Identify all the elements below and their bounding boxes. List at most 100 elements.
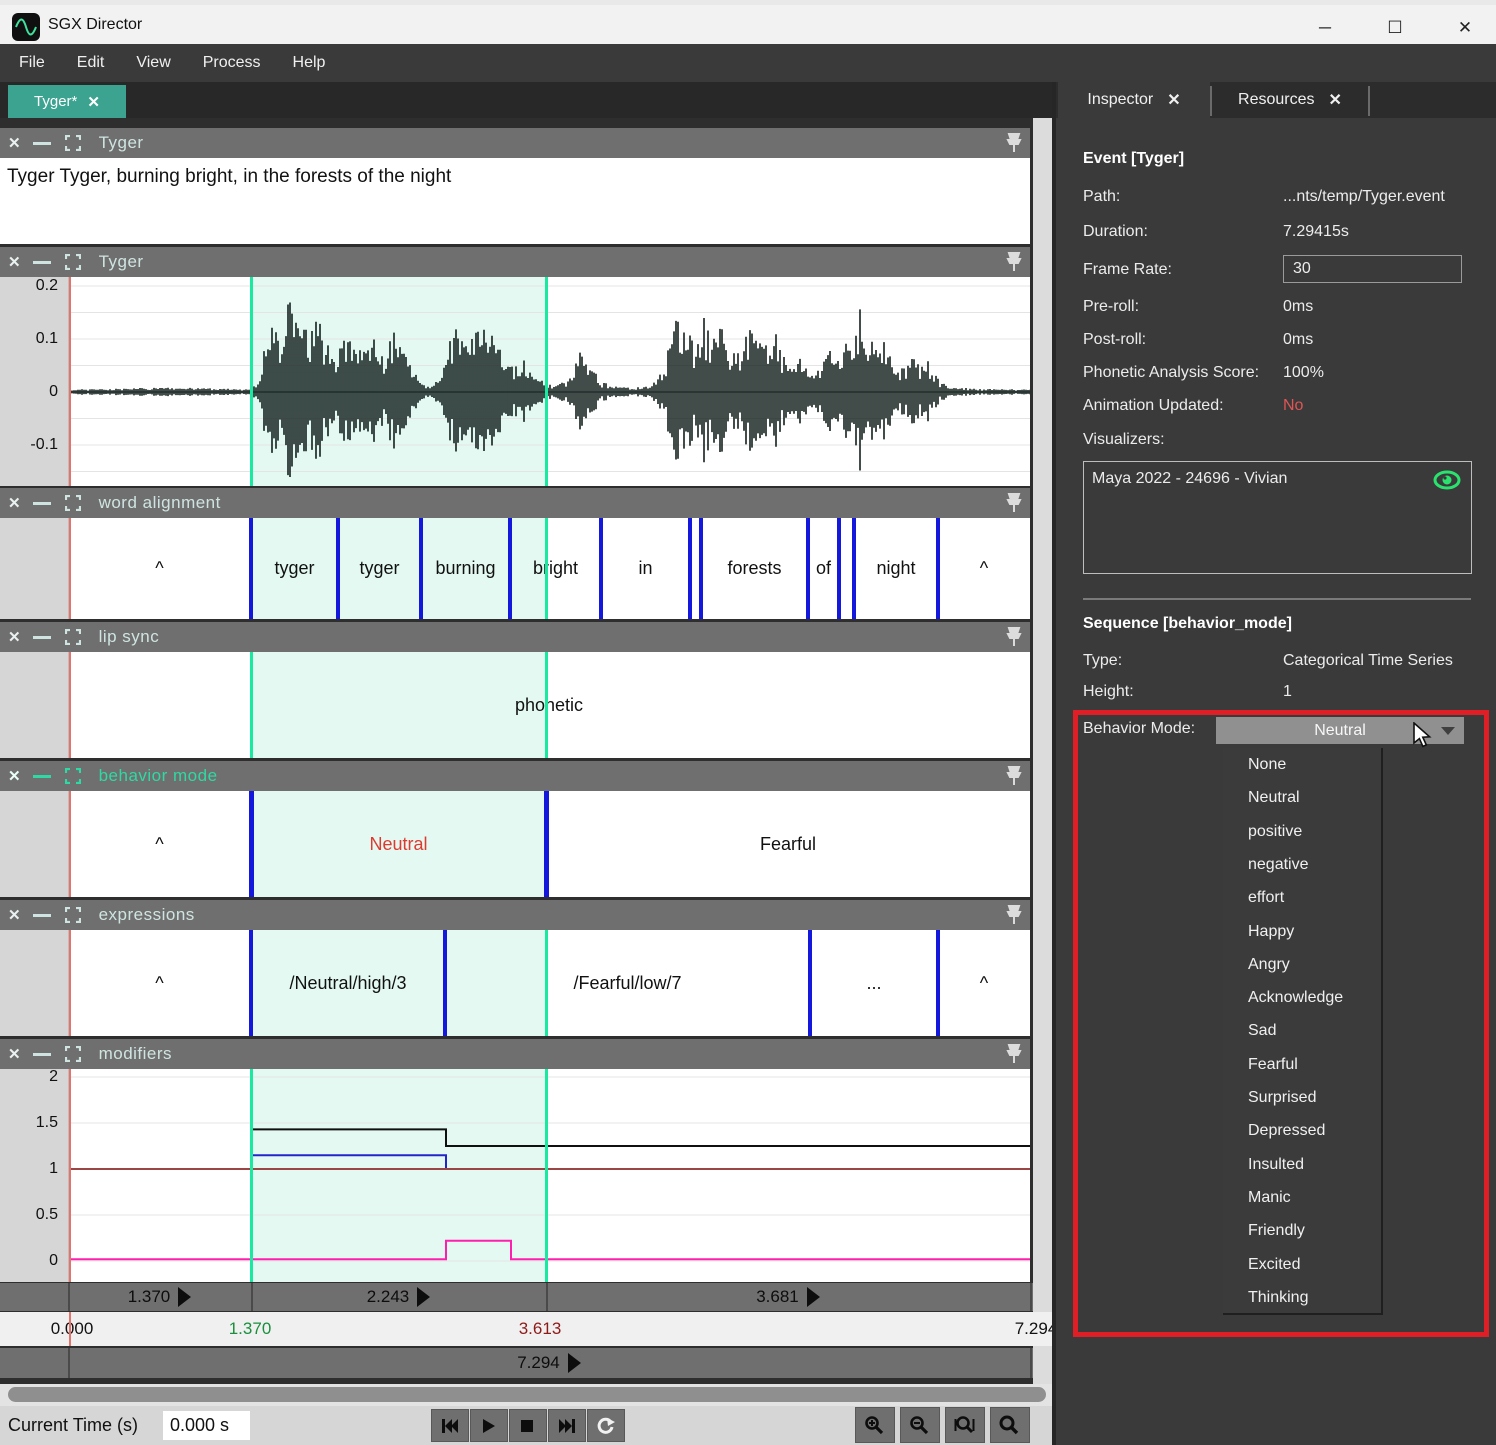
skip-to-end-button[interactable]	[548, 1409, 586, 1442]
option-insulted[interactable]: Insulted	[1223, 1148, 1381, 1181]
option-depressed[interactable]: Depressed	[1223, 1114, 1381, 1147]
segment-divider[interactable]	[443, 930, 447, 1036]
pin-icon[interactable]	[1006, 904, 1022, 926]
segment-divider[interactable]	[837, 518, 841, 619]
tab-inspector[interactable]: Inspector✕	[1058, 82, 1210, 118]
pin-icon[interactable]	[1006, 492, 1022, 514]
zoom-out-button[interactable]	[900, 1407, 940, 1443]
segment-divider[interactable]	[936, 518, 940, 619]
behavior-mode-options-list[interactable]: NoneNeutralpositivenegativeeffortHappyAn…	[1223, 748, 1383, 1315]
timeline-total-row[interactable]: 7.294	[0, 1348, 1052, 1378]
segment-label[interactable]: ^	[68, 518, 251, 619]
segment-label[interactable]: forests	[701, 518, 808, 619]
minimize-button[interactable]: ─	[1302, 15, 1348, 41]
frame-rate-input[interactable]: 30	[1283, 255, 1462, 283]
playhead-line[interactable]	[69, 1312, 71, 1346]
segment-label[interactable]: tyger	[338, 518, 421, 619]
close-button[interactable]: ✕	[1442, 15, 1488, 41]
segment-label[interactable]: ^	[938, 930, 1030, 1036]
track-content-lip-sync[interactable]: phonetic	[0, 652, 1030, 758]
selection-boundary-line[interactable]	[545, 518, 548, 619]
playhead-line[interactable]	[69, 930, 71, 1036]
play-segment-icon[interactable]	[178, 1287, 191, 1307]
selection-boundary-line[interactable]	[250, 652, 253, 758]
option-friendly[interactable]: Friendly	[1223, 1214, 1381, 1247]
segment-label[interactable]: Neutral	[251, 791, 546, 897]
visualizers-listbox[interactable]: Maya 2022 - 24696 - Vivian	[1083, 461, 1472, 574]
segment-divider[interactable]	[936, 930, 940, 1036]
play-segment-icon[interactable]	[807, 1287, 820, 1307]
timeline-cell[interactable]: 2.243	[251, 1283, 546, 1311]
option-manic[interactable]: Manic	[1223, 1181, 1381, 1214]
zoom-fit-button[interactable]	[945, 1407, 985, 1443]
track-content-Tyger[interactable]: 0.20.10-0.1	[0, 277, 1030, 486]
segment-divider[interactable]	[852, 518, 856, 619]
collapse-track-icon[interactable]	[33, 502, 51, 505]
zoom-button[interactable]	[990, 1407, 1030, 1443]
option-angry[interactable]: Angry	[1223, 948, 1381, 981]
segment-divider[interactable]	[249, 791, 254, 897]
segment-label[interactable]: phonetic	[68, 652, 1030, 758]
selection-boundary-line[interactable]	[250, 277, 253, 486]
play-button[interactable]	[470, 1409, 508, 1442]
maximize-button[interactable]: ☐	[1372, 15, 1418, 41]
option-negative[interactable]: negative	[1223, 848, 1381, 881]
panel-divider[interactable]	[1052, 82, 1056, 1445]
segment-label[interactable]: Fearful	[546, 791, 1030, 897]
collapse-track-icon[interactable]	[33, 142, 51, 145]
menu-edit[interactable]: Edit	[71, 52, 111, 74]
tab-resources[interactable]: Resources✕	[1212, 82, 1368, 118]
scrollbar-thumb[interactable]	[8, 1387, 1046, 1402]
segment-divider[interactable]	[544, 791, 549, 897]
track-content-expressions[interactable]: ^/Neutral/high/3/Fearful/low/7...^	[0, 930, 1030, 1036]
playhead-line[interactable]	[69, 652, 71, 758]
option-fearful[interactable]: Fearful	[1223, 1048, 1381, 1081]
selection-boundary-line[interactable]	[545, 1069, 548, 1282]
menu-file[interactable]: File	[13, 52, 51, 74]
playhead-line[interactable]	[69, 791, 71, 897]
close-track-icon[interactable]: ✕	[8, 906, 21, 924]
segment-label[interactable]: ^	[68, 930, 251, 1036]
play-segment-icon[interactable]	[417, 1287, 430, 1307]
segment-divider[interactable]	[808, 930, 812, 1036]
close-track-icon[interactable]: ✕	[8, 628, 21, 646]
segment-label[interactable]: burning	[421, 518, 510, 619]
pin-icon[interactable]	[1006, 765, 1022, 787]
selection-boundary-line[interactable]	[545, 277, 548, 486]
collapse-track-icon[interactable]	[33, 1053, 51, 1056]
segment-label[interactable]: tyger	[251, 518, 338, 619]
segment-label[interactable]: ^	[938, 518, 1030, 619]
option-surprised[interactable]: Surprised	[1223, 1081, 1381, 1114]
option-positive[interactable]: positive	[1223, 815, 1381, 848]
close-track-icon[interactable]: ✕	[8, 494, 21, 512]
loop-button[interactable]	[587, 1409, 625, 1442]
timeline-cell[interactable]: 7.294	[68, 1348, 1030, 1378]
option-happy[interactable]: Happy	[1223, 915, 1381, 948]
visualizer-item[interactable]: Maya 2022 - 24696 - Vivian	[1092, 470, 1287, 488]
track-content-modifiers[interactable]: 21.510.50	[0, 1069, 1030, 1282]
close-track-icon[interactable]: ✕	[8, 134, 21, 152]
menu-view[interactable]: View	[130, 52, 176, 74]
selection-boundary-line[interactable]	[545, 652, 548, 758]
pin-icon[interactable]	[1006, 251, 1022, 273]
track-content-Tyger[interactable]: Tyger Tyger, burning bright, in the fore…	[0, 158, 1030, 244]
segment-label[interactable]: of	[808, 518, 839, 619]
option-neutral[interactable]: Neutral	[1223, 781, 1381, 814]
pin-icon[interactable]	[1006, 1043, 1022, 1065]
chevron-down-icon[interactable]	[1441, 727, 1455, 735]
pin-icon[interactable]	[1006, 132, 1022, 154]
segment-label[interactable]: ^	[68, 791, 251, 897]
segment-label[interactable]: bright	[510, 518, 601, 619]
zoom-in-button[interactable]	[855, 1407, 895, 1443]
close-track-icon[interactable]: ✕	[8, 767, 21, 785]
playhead-line[interactable]	[69, 277, 71, 486]
collapse-track-icon[interactable]	[33, 636, 51, 639]
segment-divider[interactable]	[806, 518, 810, 619]
selection-boundary-line[interactable]	[250, 1069, 253, 1282]
vertical-scrollbar[interactable]	[1033, 118, 1052, 1445]
skip-to-start-button[interactable]	[431, 1409, 469, 1442]
option-acknowledge[interactable]: Acknowledge	[1223, 981, 1381, 1014]
tab-close-icon[interactable]: ✕	[87, 93, 100, 111]
timeline-segments-row[interactable]: 1.3702.2433.681	[0, 1283, 1052, 1311]
collapse-track-icon[interactable]	[33, 261, 51, 264]
